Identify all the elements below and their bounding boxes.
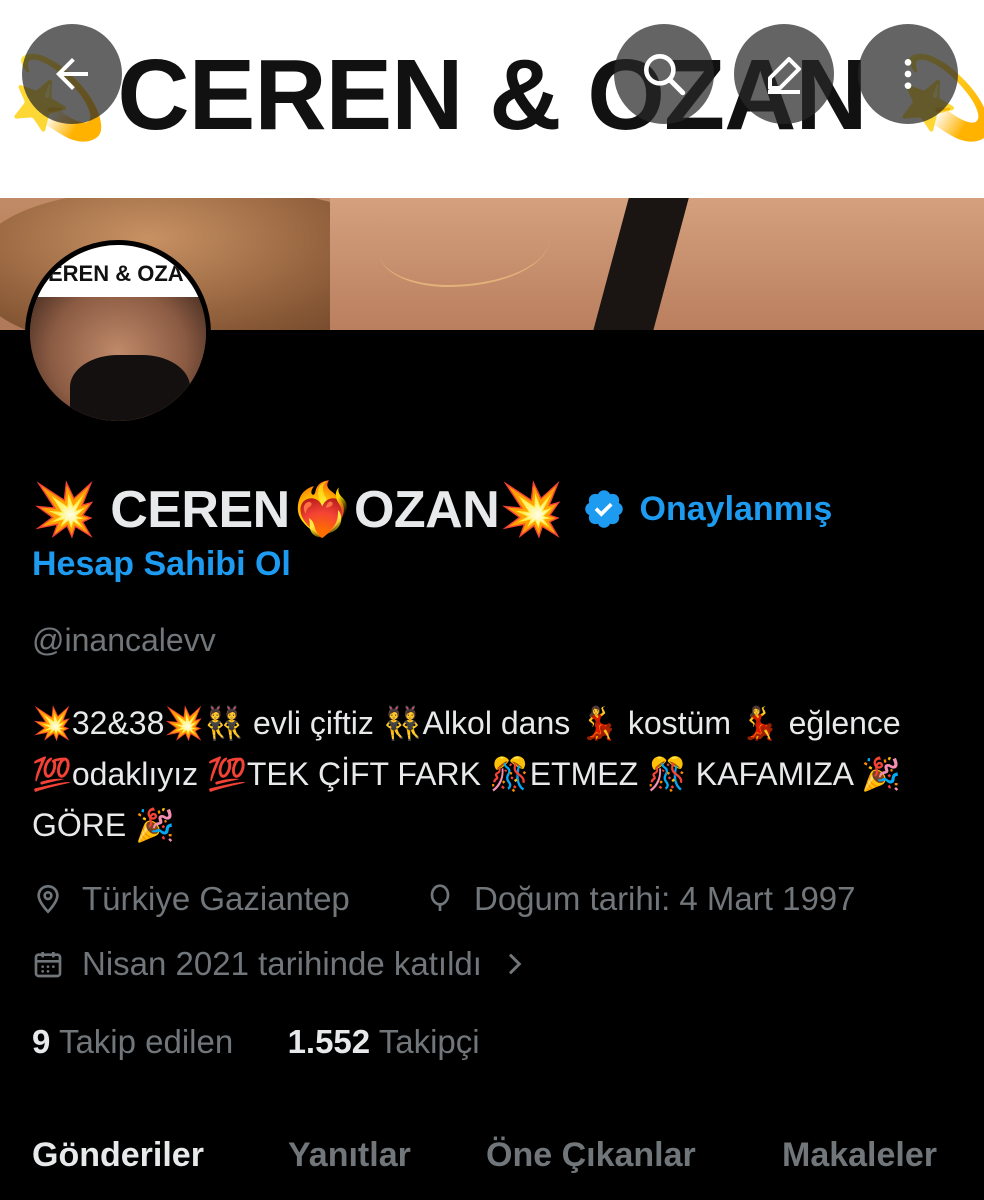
profile-handle: @inancalevv (32, 622, 216, 658)
tab-posts[interactable]: Gönderiler (32, 1136, 204, 1175)
birthday-text: Doğum tarihi: 4 Mart 1997 (474, 880, 856, 917)
following-link[interactable]: 9 Takip edilen (32, 1023, 233, 1060)
arrow-left-icon (56, 58, 88, 90)
avatar-text: EREN & OZA (48, 261, 184, 286)
banner-title: CEREN & OZAN (117, 39, 867, 151)
follow-counts: 9 Takip edilen 1.552 Takipçi (32, 1023, 480, 1061)
profile-tabs: Gönderiler Yanıtlar Öne Çıkanlar Makalel… (0, 1136, 984, 1186)
verified-badge[interactable]: Onaylanmış (582, 487, 833, 531)
tab-articles[interactable]: Makaleler (782, 1136, 937, 1175)
chevron-right-icon (508, 953, 522, 975)
search-icon (644, 54, 686, 96)
tab-highlights[interactable]: Öne Çıkanlar (486, 1136, 696, 1175)
avatar[interactable]: EREN & OZA (25, 240, 211, 426)
more-vertical-icon (904, 59, 912, 89)
more-button[interactable] (858, 24, 958, 124)
back-button[interactable] (22, 24, 122, 124)
claim-account-link[interactable]: Hesap Sahibi Ol (32, 545, 291, 584)
joined-item[interactable]: Nisan 2021 tarihinde katıldı (32, 945, 530, 983)
edit-icon (768, 57, 801, 94)
followers-count: 1.552 (287, 1023, 371, 1060)
calendar-icon (34, 952, 62, 978)
following-label: Takip edilen (58, 1023, 234, 1060)
search-button[interactable] (614, 24, 714, 124)
profile-name-row: 💥 CEREN❤️‍🔥OZAN💥 Onaylanmış (32, 474, 832, 544)
verified-icon (584, 490, 623, 528)
verified-label: Onaylanmış (639, 489, 833, 528)
joined-text: Nisan 2021 tarihinde katıldı (82, 945, 482, 982)
location-text: Türkiye Gaziantep (82, 880, 350, 917)
profile-name: 💥 CEREN❤️‍🔥OZAN💥 (32, 480, 564, 539)
followers-link[interactable]: 1.552 Takipçi (288, 1023, 480, 1060)
following-count: 9 (32, 1023, 51, 1060)
balloon-icon (430, 884, 450, 911)
followers-label: Takipçi (378, 1023, 480, 1060)
profile-bio: 💥32&38💥👯 evli çiftiz 👯Alkol dans 💃 kostü… (32, 705, 901, 843)
location-pin-icon (37, 884, 59, 914)
birthday-item: Doğum tarihi: 4 Mart 1997 (424, 880, 856, 918)
edit-button[interactable] (734, 24, 834, 124)
location-item: Türkiye Gaziantep (32, 880, 350, 918)
tab-replies[interactable]: Yanıtlar (288, 1136, 411, 1175)
